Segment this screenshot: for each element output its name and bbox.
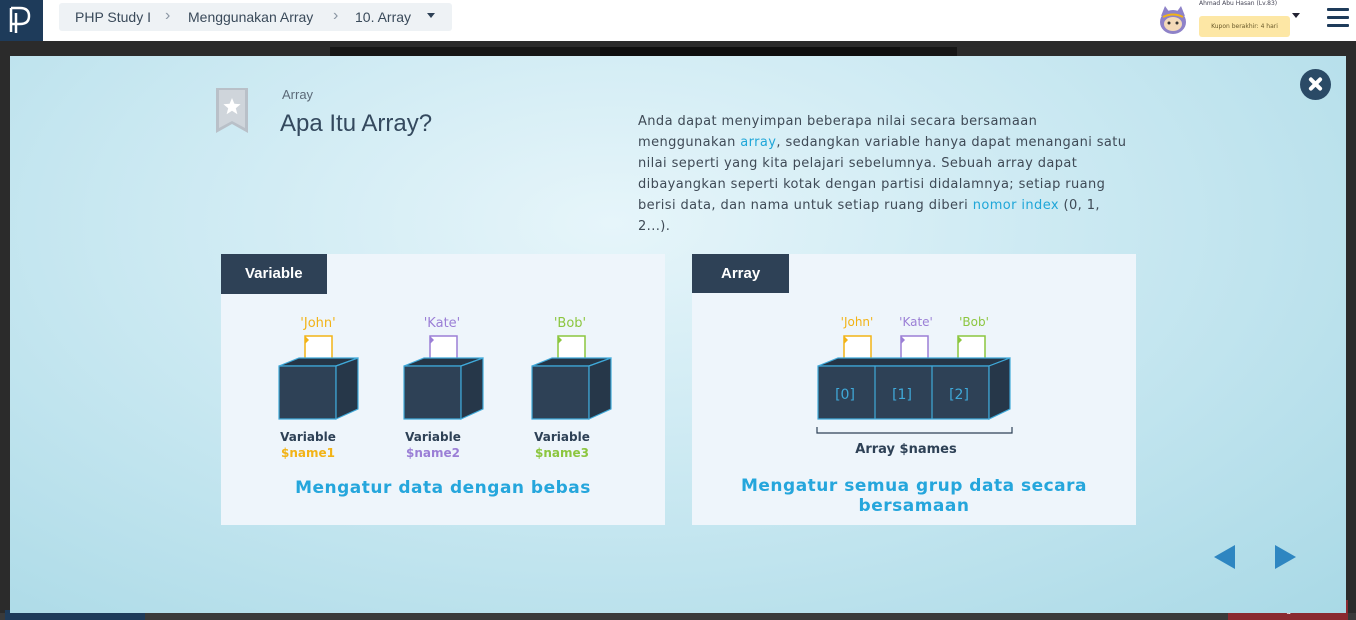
- array-value: 'Bob': [959, 315, 989, 329]
- keyword-array: array: [740, 135, 777, 150]
- chevron-down-icon[interactable]: [427, 13, 435, 18]
- variable-box: 'Kate' Variable $name2: [403, 316, 484, 460]
- breadcrumb-course[interactable]: PHP Study I: [75, 9, 153, 25]
- avatar[interactable]: [1158, 4, 1188, 36]
- chevron-right-icon: ›: [333, 7, 339, 24]
- variable-label: Variable: [534, 430, 590, 444]
- array-index: [2]: [949, 387, 969, 403]
- variable-value: 'John': [300, 316, 335, 331]
- coupon-badge: Kupon berakhir: 4 hari: [1199, 16, 1290, 37]
- slide-description: Anda dapat menyimpan beberapa nilai seca…: [638, 111, 1128, 237]
- breadcrumb-section[interactable]: 10. Array: [355, 9, 411, 25]
- logo[interactable]: [0, 0, 43, 41]
- variable-box: 'John' Variable $name1: [278, 316, 359, 460]
- logo-icon: [9, 6, 31, 33]
- chevron-right-icon: ›: [165, 7, 171, 24]
- variable-name: $name3: [535, 446, 589, 460]
- background-footer: [0, 613, 1356, 620]
- array-name: Array $names: [855, 442, 957, 457]
- variable-box: 'Bob' Variable $name3: [531, 316, 612, 460]
- variable-name: $name2: [406, 446, 460, 460]
- array-index: [0]: [835, 387, 855, 403]
- slide-eyebrow: Array: [282, 87, 314, 102]
- array-caption: Mengatur semua grup data secara bersamaa…: [740, 476, 1088, 516]
- variable-card: 'John' Variable $name1 'Kate' Variable $…: [221, 254, 665, 525]
- next-slide-icon[interactable]: [1275, 545, 1296, 569]
- slide-modal: Array Apa Itu Array? Anda dapat menyimpa…: [10, 56, 1346, 613]
- breadcrumb-lesson[interactable]: Menggunakan Array: [188, 9, 313, 25]
- user-name[interactable]: Ahmad Abu Hasan (Lv.83): [1199, 0, 1277, 7]
- variable-caption: Mengatur data dengan bebas: [295, 478, 591, 498]
- variable-label: Variable: [280, 430, 336, 444]
- array-value: 'Kate': [899, 315, 933, 329]
- array-tab: Array: [692, 254, 790, 293]
- variable-value: 'Kate': [424, 316, 461, 331]
- bookmark-icon[interactable]: [216, 88, 248, 133]
- close-icon[interactable]: [1300, 69, 1331, 100]
- breadcrumb: PHP Study I › Menggunakan Array › 10. Ar…: [59, 3, 452, 31]
- top-bar: PHP Study I › Menggunakan Array › 10. Ar…: [0, 0, 1356, 41]
- menu-icon[interactable]: [1327, 8, 1349, 28]
- variable-value: 'Bob': [554, 316, 586, 331]
- slide-title: Apa Itu Array?: [280, 110, 433, 137]
- variable-tab: Variable: [221, 254, 327, 294]
- array-card: 'John' 'Kate' 'Bob' [0] [1] [2] Array $n…: [692, 254, 1136, 525]
- array-value: 'John': [841, 315, 874, 329]
- variable-name: $name1: [281, 446, 335, 460]
- chevron-down-icon[interactable]: [1292, 13, 1300, 18]
- variable-label: Variable: [405, 430, 461, 444]
- previous-slide-icon[interactable]: [1214, 545, 1235, 569]
- keyword-index: nomor index: [972, 198, 1059, 213]
- array-index: [1]: [892, 387, 912, 403]
